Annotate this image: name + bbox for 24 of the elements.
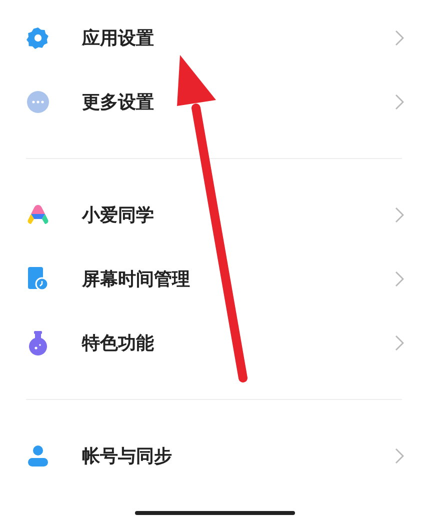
- settings-item[interactable]: 应用设置: [0, 6, 428, 70]
- chevron-icon: [395, 94, 404, 110]
- chevron-icon: [395, 271, 404, 287]
- person-icon: [26, 444, 50, 468]
- chevron-icon: [395, 207, 404, 223]
- phone-clock-icon: [26, 266, 50, 292]
- chevron-icon: [395, 30, 404, 46]
- item-label: 帐号与同步: [82, 444, 173, 468]
- chevron-icon: [395, 335, 404, 351]
- flask-icon: [27, 330, 49, 356]
- more-icon: [26, 90, 50, 114]
- settings-item[interactable]: 更多设置: [0, 70, 428, 134]
- settings-item[interactable]: 特色功能: [0, 311, 428, 375]
- settings-item[interactable]: 帐号与同步: [0, 424, 428, 488]
- gear-icon: [26, 26, 50, 50]
- item-label: 屏幕时间管理: [82, 268, 191, 292]
- item-label: 小爱同学: [82, 204, 155, 228]
- item-label: 特色功能: [82, 332, 155, 356]
- chevron-icon: [395, 448, 404, 464]
- assistant-icon: [26, 204, 50, 226]
- item-label: 应用设置: [82, 26, 155, 50]
- settings-item[interactable]: 屏幕时间管理: [0, 247, 428, 311]
- settings-item[interactable]: 小爱同学: [0, 183, 428, 247]
- item-label: 更多设置: [82, 90, 155, 114]
